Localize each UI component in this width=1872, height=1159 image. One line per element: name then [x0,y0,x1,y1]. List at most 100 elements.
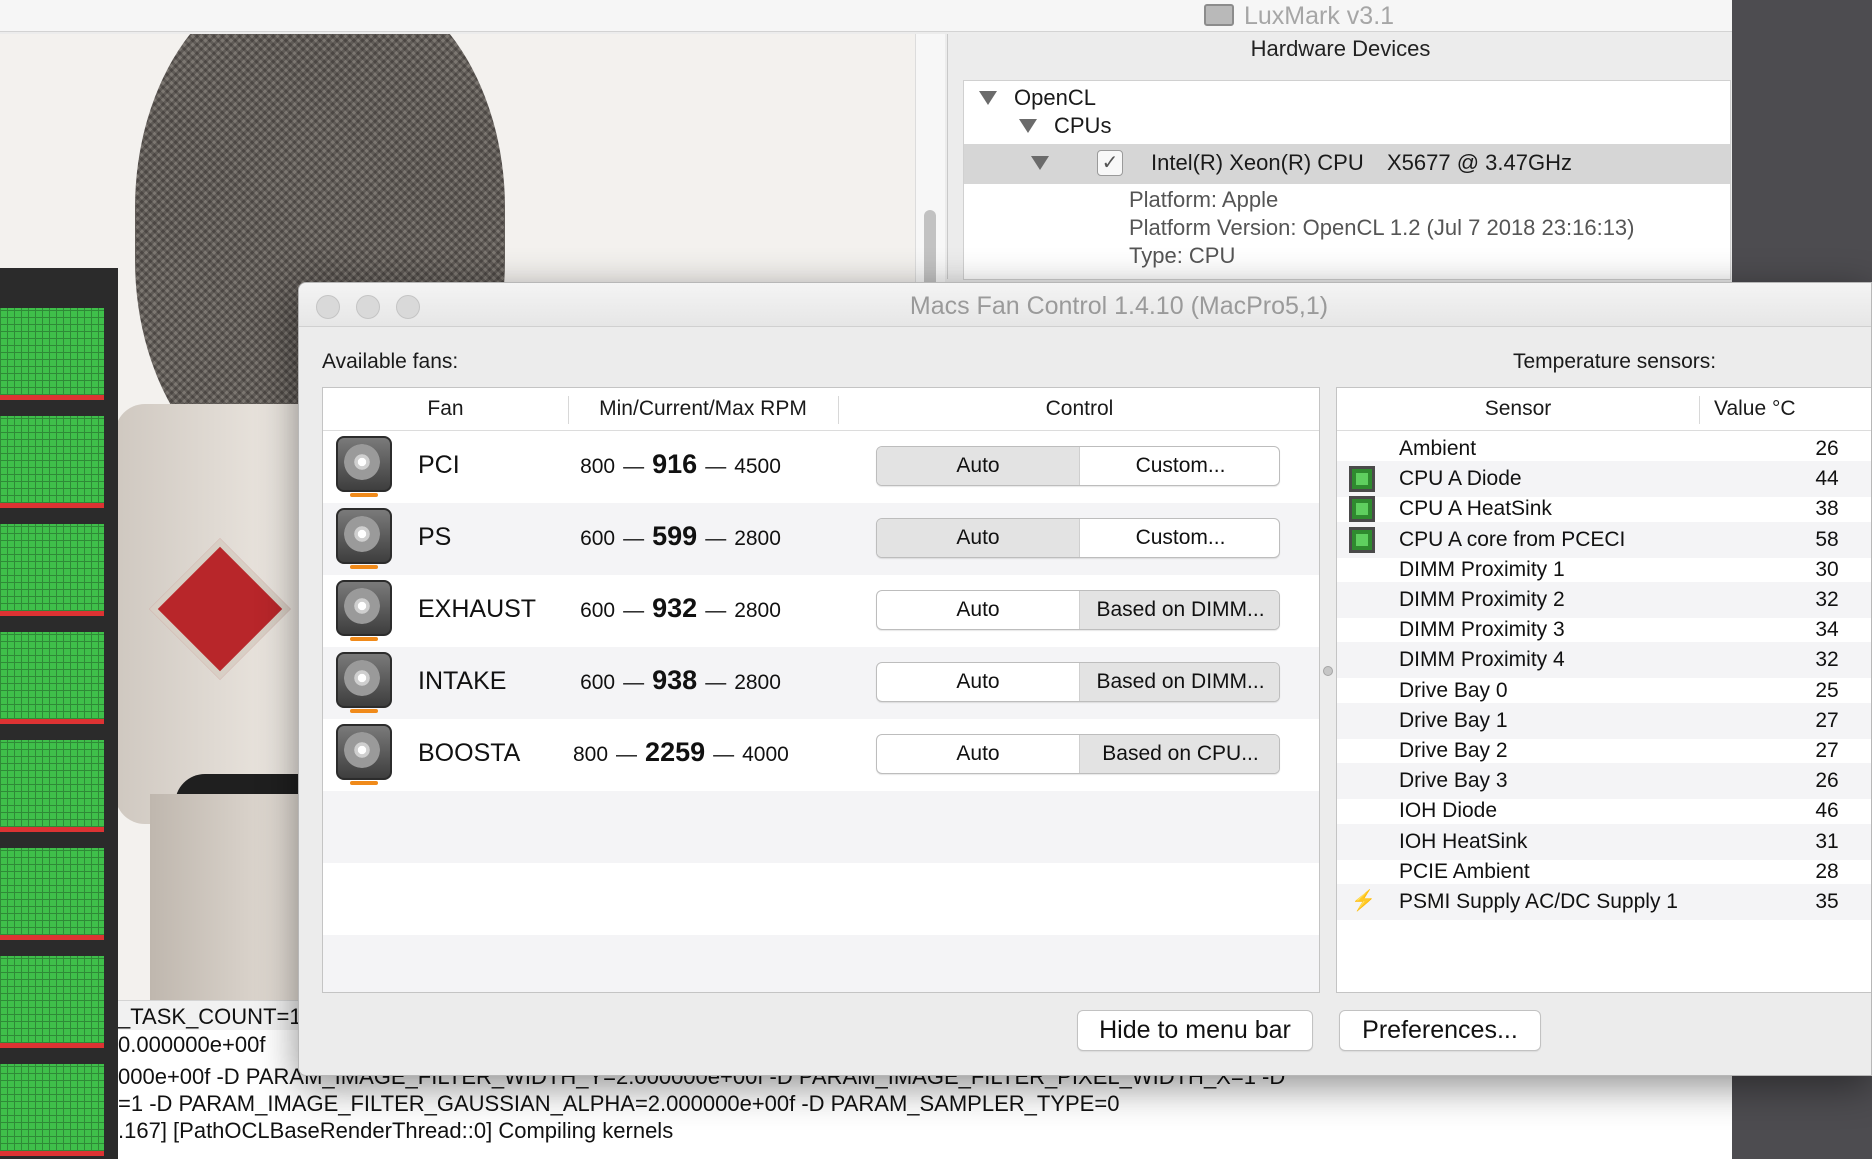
chip-icon [1349,466,1375,493]
fan-max-rpm: 4000 [742,743,789,766]
custom-button[interactable]: Based on CPU... [1079,735,1279,773]
column-header-control[interactable]: Control [838,397,1319,421]
luxmark-app-icon [1204,4,1234,26]
sensor-name: DIMM Proximity 3 [1399,618,1565,642]
sensor-name: IOH Diode [1399,799,1498,823]
fan-name: PS [418,523,452,551]
sensor-value: 46 [1815,799,1839,823]
fan-control-segmented[interactable]: Auto Based on DIMM... [876,590,1280,630]
fan-icon [336,580,392,642]
fan-icon [336,652,392,714]
column-header-rpm[interactable]: Min/Current/Max RPM [568,397,838,421]
disclosure-triangle-icon[interactable] [1019,119,1037,133]
fan-rpm: 600—599—2800 [580,521,781,551]
fan-control-segmented[interactable]: Auto Based on DIMM... [876,662,1280,702]
empty-row [323,863,1319,935]
sensor-name: DIMM Proximity 2 [1399,588,1565,611]
custom-button[interactable]: Custom... [1079,447,1279,485]
fan-current-rpm: 2259 [645,737,706,767]
tree-item-cpus[interactable]: CPUs [1019,113,1111,139]
tree-item-cpu[interactable]: ✓ Intel(R) Xeon(R) CPU X5677 @ 3.47GHz [964,144,1730,184]
fan-row[interactable]: INTAKE 600—938—2800 Auto Based on DIMM..… [323,647,1319,719]
cpu-core-graph [0,632,104,724]
console-line: .167] [PathOCLBaseRenderThread::0] Compi… [118,1118,674,1143]
hardware-tree: OpenCL CPUs ✓ Intel(R) Xeon(R) CPU X5677… [963,80,1731,280]
sensor-value: 25 [1815,678,1839,702]
sensor-value: 58 [1815,527,1839,551]
sensor-name: CPU A core from PCECI [1399,527,1626,551]
sensor-name: CPU A Diode [1399,467,1522,491]
fan-control-segmented[interactable]: Auto Based on CPU... [876,734,1280,774]
mfc-titlebar[interactable]: Macs Fan Control 1.4.10 (MacPro5,1) [299,283,1871,327]
hide-to-menu-bar-button[interactable]: Hide to menu bar [1077,1010,1313,1051]
auto-button[interactable]: Auto [877,663,1079,701]
cpu-enabled-checkbox[interactable]: ✓ [1097,150,1123,176]
custom-button[interactable]: Based on DIMM... [1079,663,1279,701]
auto-button[interactable]: Auto [877,591,1079,629]
cpu-core-graph [0,740,104,832]
auto-button[interactable]: Auto [877,447,1079,485]
custom-button[interactable]: Based on DIMM... [1079,591,1279,629]
custom-button[interactable]: Custom... [1079,519,1279,557]
mfc-window-title: Macs Fan Control 1.4.10 (MacPro5,1) [909,292,1329,320]
fan-row[interactable]: EXHAUST 600—932—2800 Auto Based on DIMM.… [323,575,1319,647]
column-header-value[interactable]: Value °C [1699,397,1871,421]
auto-button[interactable]: Auto [877,735,1079,773]
luxmark-titlebar: LuxMark v3.1 [0,0,1732,32]
sensor-name: Drive Bay 3 [1399,769,1508,793]
sensor-value: 32 [1815,648,1839,672]
fan-name: INTAKE [418,667,507,695]
disclosure-triangle-icon[interactable] [979,91,997,105]
sensor-value: 28 [1815,859,1839,883]
fan-name: PCI [418,451,460,479]
sensor-value: 26 [1815,437,1839,460]
console-line: =1 -D PARAM_IMAGE_FILTER_GAUSSIAN_ALPHA=… [118,1091,1120,1116]
sensor-value: 32 [1815,588,1839,611]
fan-rpm: 600—932—2800 [580,593,781,623]
fan-icon [336,508,392,570]
column-header-fan[interactable]: Fan [323,397,568,421]
disclosure-triangle-icon[interactable] [1031,156,1049,170]
sensor-name: CPU A HeatSink [1399,497,1552,521]
split-view-handle[interactable] [1323,666,1333,676]
sensor-value: 34 [1815,618,1839,642]
cpu-platform-text: Platform: Apple [1129,187,1279,212]
fan-max-rpm: 4500 [734,455,781,478]
fan-current-rpm: 599 [652,521,698,551]
console-line: _TASK_COUNT=1 [118,1004,302,1029]
empty-row [323,935,1319,992]
fan-min-rpm: 600 [580,599,616,622]
fan-rpm: 800—916—4500 [580,449,781,479]
fan-control-segmented[interactable]: Auto Custom... [876,446,1280,486]
sensor-name: Drive Bay 2 [1399,739,1508,762]
fan-row[interactable]: PS 600—599—2800 Auto Custom... [323,503,1319,575]
sensor-name: PSMI Supply AC/DC Supply 1 [1399,890,1678,913]
sensor-value: 35 [1815,890,1839,913]
sensor-value: 26 [1815,769,1839,793]
fan-current-rpm: 932 [652,593,698,623]
macs-fan-control-window: Macs Fan Control 1.4.10 (MacPro5,1) Avai… [298,282,1872,1076]
fan-max-rpm: 2800 [734,671,781,694]
sensor-name: IOH HeatSink [1399,829,1528,853]
fans-table: Fan Min/Current/Max RPM Control PCI 800—… [322,387,1320,993]
cpu-core-graph [0,1064,104,1156]
sensor-name: Ambient [1399,437,1477,460]
sensor-row[interactable]: ⚡ PSMI Supply AC/DC Supply 1 35 [1337,884,1871,920]
sensor-name: Drive Bay 1 [1399,708,1508,732]
fan-icon [336,724,392,786]
fan-row[interactable]: BOOSTA 800—2259—4000 Auto Based on CPU..… [323,719,1319,791]
preferences-button[interactable]: Preferences... [1339,1010,1541,1051]
empty-row [323,791,1319,863]
cpu-type-text: Type: CPU [1129,243,1236,268]
tree-item-opencl[interactable]: OpenCL [979,85,1096,111]
cpu-core-graph [0,308,104,400]
auto-button[interactable]: Auto [877,519,1079,557]
bolt-icon: ⚡ [1351,890,1376,912]
hardware-devices-heading: Hardware Devices [1250,36,1431,61]
cpu-core-graph [0,956,104,1048]
fan-row[interactable]: PCI 800—916—4500 Auto Custom... [323,431,1319,503]
column-header-sensor[interactable]: Sensor [1337,397,1699,421]
fan-min-rpm: 600 [580,671,616,694]
sensor-value: 44 [1815,467,1839,491]
fan-control-segmented[interactable]: Auto Custom... [876,518,1280,558]
